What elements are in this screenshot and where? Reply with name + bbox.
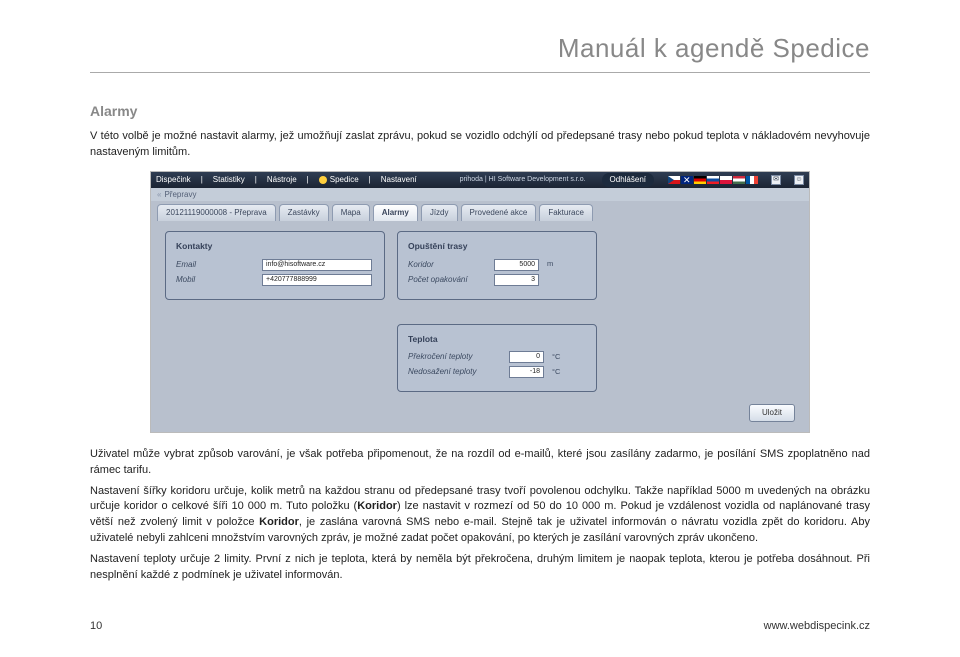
- panel-title: Opuštění trasy: [408, 240, 586, 252]
- email-label: Email: [176, 259, 256, 271]
- panel-kontakty: Kontakty Email info@hisoftware.cz Mobil …: [165, 231, 385, 299]
- flag-cz-icon[interactable]: [668, 176, 680, 184]
- paragraph-2: Uživatel může vybrat způsob varování, je…: [90, 447, 870, 479]
- panel-title: Teplota: [408, 333, 586, 345]
- tab-mapa[interactable]: Mapa: [332, 204, 370, 222]
- page-number: 10: [90, 619, 102, 635]
- koridor-label: Koridor: [408, 259, 488, 271]
- site-url: www.webdispecink.cz: [764, 619, 870, 635]
- section-heading: Alarmy: [90, 101, 870, 121]
- mobil-input[interactable]: +420777888999: [262, 274, 372, 286]
- menu-statistiky[interactable]: Statistiky: [213, 174, 245, 186]
- tab-fakturace[interactable]: Fakturace: [539, 204, 593, 222]
- logout-button[interactable]: Odhlášení: [602, 173, 654, 187]
- breadcrumb[interactable]: Přepravy: [157, 189, 196, 201]
- save-button[interactable]: Uložit: [749, 404, 795, 422]
- flag-pl-icon[interactable]: [720, 176, 732, 184]
- unit: °C: [552, 367, 560, 378]
- tab-provedene-akce[interactable]: Provedené akce: [461, 204, 537, 222]
- pocet-label: Počet opakování: [408, 274, 488, 286]
- email-input[interactable]: info@hisoftware.cz: [262, 259, 372, 271]
- page-title: Manuál k agendě Spedice: [90, 30, 870, 73]
- paragraph-3: Nastavení šířky koridoru určuje, kolik m…: [90, 484, 870, 548]
- flag-switcher[interactable]: [668, 176, 758, 184]
- menu-nastaveni[interactable]: Nastavení: [381, 174, 417, 186]
- nedosazeni-label: Nedosažení teploty: [408, 366, 503, 378]
- menu-spedice[interactable]: Spedice: [319, 174, 359, 186]
- panel-title: Kontakty: [176, 240, 374, 252]
- koridor-input[interactable]: 5000: [494, 259, 539, 271]
- status-text: prihoda | HI Software Development s.r.o.: [460, 175, 586, 185]
- unit: °C: [552, 352, 560, 363]
- pocet-input[interactable]: 3: [494, 274, 539, 286]
- tabstrip: 20121119000008 - Přeprava Zastávky Mapa …: [151, 201, 809, 222]
- nedosazeni-input[interactable]: -18: [509, 366, 544, 378]
- flag-hu-icon[interactable]: [733, 176, 745, 184]
- koridor-unit: m: [547, 259, 553, 270]
- msg-icon[interactable]: ✉: [771, 175, 781, 185]
- menubar: Dispečink| Statistiky| Nástroje| Spedice…: [151, 172, 809, 188]
- flag-sk-icon[interactable]: [707, 176, 719, 184]
- user-icon[interactable]: ☺: [794, 175, 804, 185]
- prekroceni-input[interactable]: 0: [509, 351, 544, 363]
- prekroceni-label: Překročení teploty: [408, 351, 503, 363]
- flag-de-icon[interactable]: [694, 176, 706, 184]
- menu-dispecink[interactable]: Dispečink: [156, 174, 191, 186]
- intro-paragraph: V této volbě je možné nastavit alarmy, j…: [90, 129, 870, 161]
- menu-nastroje[interactable]: Nástroje: [267, 174, 297, 186]
- panel-opusteni-trasy: Opuštění trasy Koridor 5000 m Počet opak…: [397, 231, 597, 299]
- breadcrumb-bar: Přepravy: [151, 188, 809, 201]
- page-footer: 10 www.webdispecink.cz: [0, 619, 960, 635]
- panel-teplota: Teplota Překročení teploty 0 °C Nedosaže…: [397, 324, 597, 392]
- paragraph-4: Nastavení teploty určuje 2 limity. První…: [90, 552, 870, 584]
- app-screenshot: Dispečink| Statistiky| Nástroje| Spedice…: [150, 171, 810, 433]
- flag-fr-icon[interactable]: [746, 176, 758, 184]
- tab-alarmy[interactable]: Alarmy: [373, 204, 418, 222]
- flag-uk-icon[interactable]: [681, 176, 693, 184]
- tab-jizdy[interactable]: Jízdy: [421, 204, 458, 222]
- bullet-icon: [319, 176, 327, 184]
- mobil-label: Mobil: [176, 274, 256, 286]
- tab-preprava[interactable]: 20121119000008 - Přeprava: [157, 204, 276, 222]
- tab-zastavky[interactable]: Zastávky: [279, 204, 329, 222]
